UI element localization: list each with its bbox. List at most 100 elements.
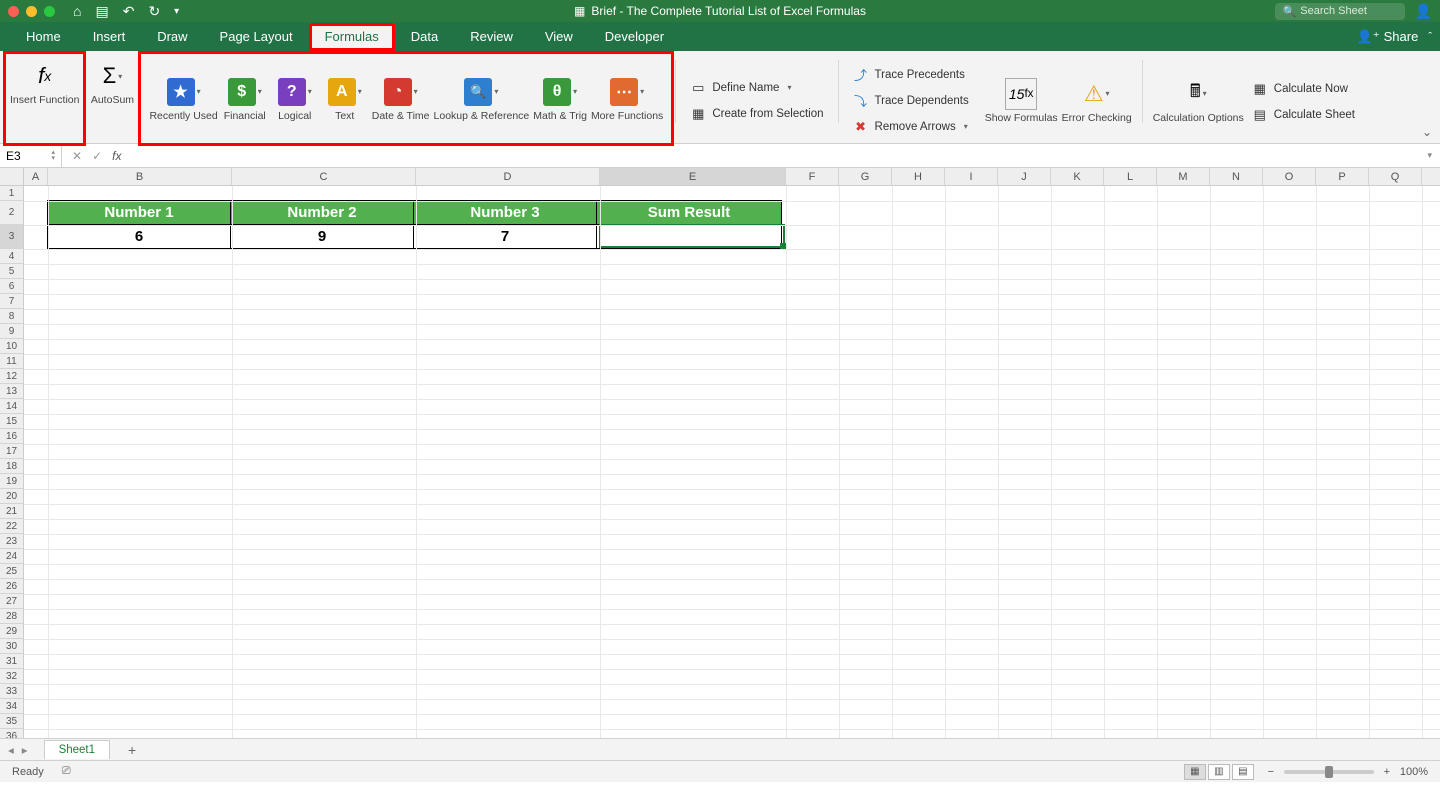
user-icon[interactable]: 👤 (1415, 3, 1432, 20)
trace-dependents-button[interactable]: ⤵ Trace Dependents (847, 89, 975, 113)
column-header[interactable]: O (1263, 168, 1316, 185)
name-box[interactable]: E3 ▴▾ (0, 144, 62, 167)
financial-button[interactable]: $▾ Financial (220, 74, 270, 124)
tab-insert[interactable]: Insert (77, 23, 142, 51)
table-cell[interactable]: 7 (413, 224, 597, 249)
row-header[interactable]: 14 (0, 399, 23, 414)
row-header[interactable]: 4 (0, 249, 23, 264)
table-header-cell[interactable]: Number 1 (47, 200, 231, 225)
calculate-now-button[interactable]: ▦ Calculate Now (1246, 77, 1354, 101)
math-trig-button[interactable]: θ▾ Math & Trig (531, 74, 589, 124)
cancel-formula-icon[interactable]: ✕ (72, 149, 82, 163)
lookup-reference-button[interactable]: 🔍▾ Lookup & Reference (432, 74, 532, 124)
row-header[interactable]: 30 (0, 639, 23, 654)
column-header[interactable]: H (892, 168, 945, 185)
row-header[interactable]: 16 (0, 429, 23, 444)
tab-data[interactable]: Data (395, 23, 454, 51)
table-header-cell[interactable]: Sum Result (596, 200, 782, 225)
ribbon-expand-icon[interactable]: ⌄ (1422, 125, 1432, 139)
insert-function-button[interactable]: fx Insert Function (8, 56, 81, 108)
row-header[interactable]: 3 (0, 225, 23, 249)
name-box-dropdown-icon[interactable]: ▴▾ (51, 150, 55, 162)
row-header[interactable]: 7 (0, 294, 23, 309)
row-header[interactable]: 31 (0, 654, 23, 669)
undo-icon[interactable]: ↶ (123, 3, 135, 20)
column-header[interactable]: K (1051, 168, 1104, 185)
zoom-window-button[interactable] (44, 6, 55, 17)
tab-formulas[interactable]: Formulas (309, 23, 395, 51)
table-cell[interactable] (596, 224, 782, 249)
column-header[interactable]: D (416, 168, 600, 185)
date-time-button[interactable]: ◔▾ Date & Time (370, 74, 432, 124)
row-header[interactable]: 5 (0, 264, 23, 279)
redo-icon[interactable]: ↻ (148, 3, 160, 20)
column-header[interactable]: I (945, 168, 998, 185)
column-header[interactable]: G (839, 168, 892, 185)
table-cell[interactable]: 9 (230, 224, 414, 249)
column-header[interactable]: B (48, 168, 232, 185)
sheet-tab[interactable]: Sheet1 (44, 740, 110, 759)
fx-formula-icon[interactable]: fx (112, 149, 121, 163)
column-header[interactable]: M (1157, 168, 1210, 185)
row-header[interactable]: 2 (0, 201, 23, 225)
zoom-in-button[interactable]: + (1380, 766, 1394, 778)
more-functions-button[interactable]: ⋯▾ More Functions (589, 74, 665, 124)
autosum-button[interactable]: Σ▾ AutoSum (87, 56, 137, 108)
create-from-selection-button[interactable]: ▦ Create from Selection (684, 102, 829, 126)
row-header[interactable]: 34 (0, 699, 23, 714)
column-header[interactable]: F (786, 168, 839, 185)
column-header[interactable]: P (1316, 168, 1369, 185)
page-break-view-button[interactable]: ▤ (1232, 764, 1254, 780)
row-header[interactable]: 23 (0, 534, 23, 549)
define-name-button[interactable]: ▭ Define Name▾ (684, 76, 797, 100)
sheet-nav-prev-icon[interactable]: ◂ (8, 743, 14, 757)
trace-precedents-button[interactable]: ⤴ Trace Precedents (847, 63, 971, 87)
share-button[interactable]: 👤⁺ Share (1357, 29, 1419, 45)
tab-page-layout[interactable]: Page Layout (204, 23, 309, 51)
row-header[interactable]: 32 (0, 669, 23, 684)
zoom-out-button[interactable]: − (1264, 766, 1278, 778)
column-header[interactable]: N (1210, 168, 1263, 185)
select-all-corner[interactable] (0, 168, 24, 185)
search-sheet-input[interactable] (1300, 5, 1400, 17)
row-header[interactable]: 6 (0, 279, 23, 294)
column-header[interactable]: C (232, 168, 416, 185)
row-header[interactable]: 1 (0, 186, 23, 201)
table-cell[interactable]: 6 (47, 224, 231, 249)
normal-view-button[interactable]: ▦ (1184, 764, 1206, 780)
remove-arrows-button[interactable]: ✖ Remove Arrows▾ (847, 115, 974, 139)
error-checking-button[interactable]: ⚠▾ Error Checking (1060, 74, 1134, 126)
column-header[interactable]: J (998, 168, 1051, 185)
row-header[interactable]: 12 (0, 369, 23, 384)
add-sheet-button[interactable]: + (128, 742, 136, 758)
tab-draw[interactable]: Draw (141, 23, 203, 51)
table-header-cell[interactable]: Number 2 (230, 200, 414, 225)
calculation-options-button[interactable]: 🖩▾ Calculation Options (1151, 74, 1246, 126)
row-header[interactable]: 25 (0, 564, 23, 579)
row-header[interactable]: 8 (0, 309, 23, 324)
row-header[interactable]: 20 (0, 489, 23, 504)
calculate-sheet-button[interactable]: ▤ Calculate Sheet (1246, 103, 1361, 127)
enter-formula-icon[interactable]: ✓ (92, 149, 102, 163)
search-sheet-box[interactable]: 🔍 (1275, 3, 1405, 20)
row-header[interactable]: 24 (0, 549, 23, 564)
table-header-cell[interactable]: Number 3 (413, 200, 597, 225)
tab-developer[interactable]: Developer (589, 23, 680, 51)
row-header[interactable]: 10 (0, 339, 23, 354)
row-header[interactable]: 21 (0, 504, 23, 519)
row-header[interactable]: 13 (0, 384, 23, 399)
row-header[interactable]: 29 (0, 624, 23, 639)
row-header[interactable]: 33 (0, 684, 23, 699)
tab-review[interactable]: Review (454, 23, 529, 51)
close-window-button[interactable] (8, 6, 19, 17)
logical-button[interactable]: ?▾ Logical (270, 74, 320, 124)
row-header[interactable]: 9 (0, 324, 23, 339)
text-button[interactable]: A▾ Text (320, 74, 370, 124)
tab-home[interactable]: Home (10, 23, 77, 51)
row-header[interactable]: 28 (0, 609, 23, 624)
column-header[interactable]: Q (1369, 168, 1422, 185)
row-header[interactable]: 35 (0, 714, 23, 729)
tab-view[interactable]: View (529, 23, 589, 51)
recently-used-button[interactable]: ★▾ Recently Used (147, 74, 219, 124)
row-header[interactable]: 18 (0, 459, 23, 474)
